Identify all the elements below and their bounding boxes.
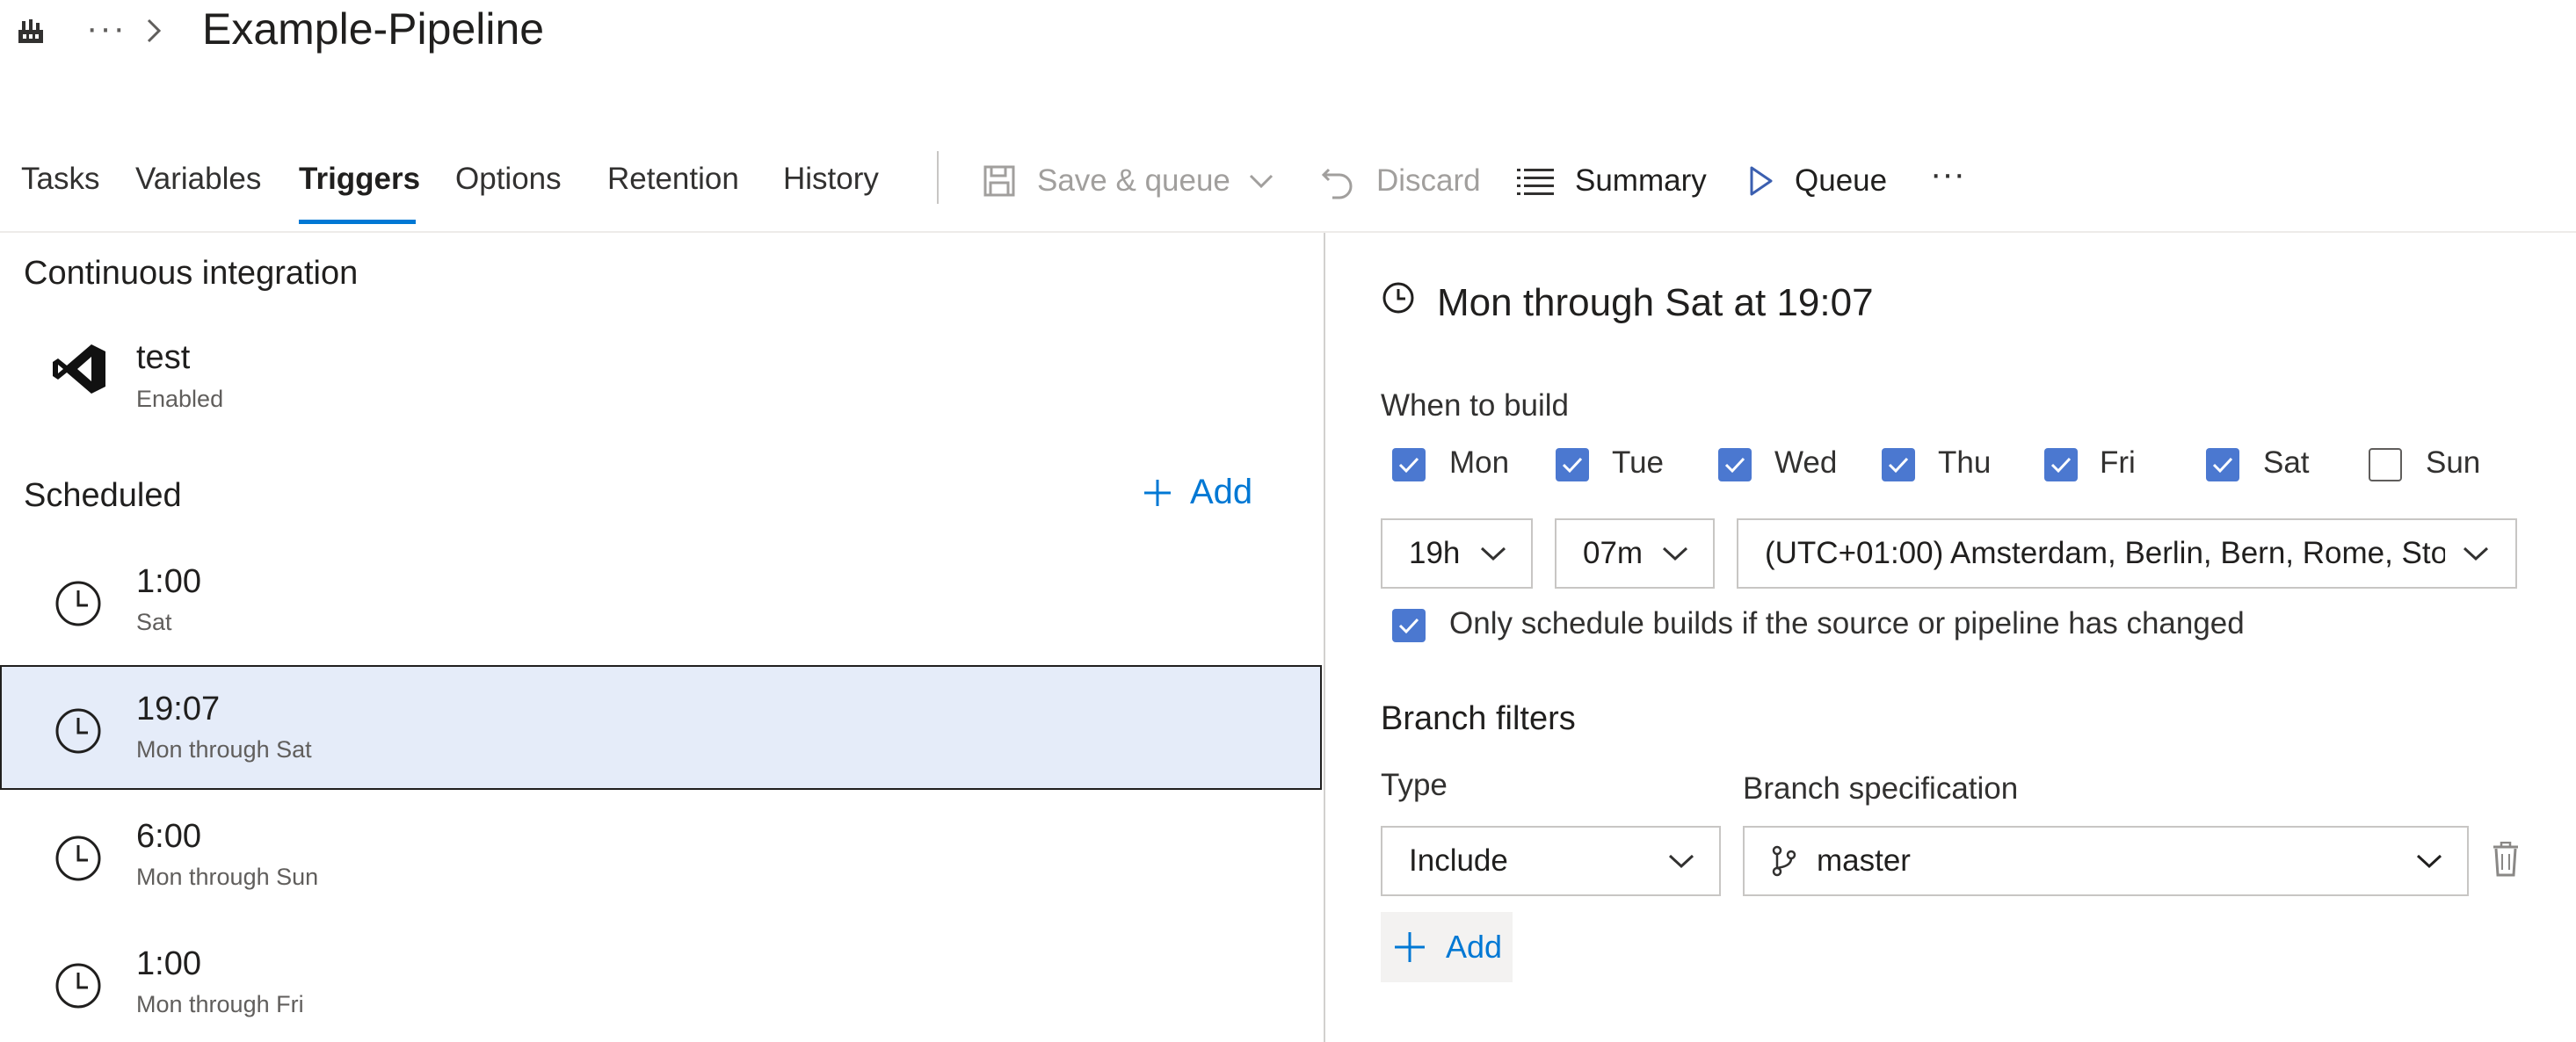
- schedule-time[interactable]: 1:00: [136, 563, 201, 601]
- branch-value: master: [1817, 843, 1911, 878]
- ci-item-status: Enabled: [136, 386, 224, 412]
- branch-icon: [1772, 845, 1796, 877]
- delete-icon[interactable]: [2493, 842, 2519, 877]
- hour-value: 19h: [1409, 536, 1461, 570]
- thu-checkbox[interactable]: [1882, 448, 1915, 481]
- clock-icon: [55, 581, 101, 626]
- minute-dropdown[interactable]: 07m: [1555, 518, 1715, 589]
- fri-checkbox[interactable]: [2044, 448, 2078, 481]
- only-changed-label: Only schedule builds if the source or pi…: [1449, 606, 2245, 640]
- tab-variables[interactable]: Variables: [135, 162, 261, 197]
- tab-history[interactable]: History: [783, 162, 879, 197]
- clock-icon: [55, 708, 101, 754]
- pane-divider: [1324, 233, 1325, 1042]
- save-queue-button[interactable]: Save & queue: [983, 156, 1274, 206]
- save-icon: [983, 165, 1015, 197]
- visual-studio-icon: [53, 344, 105, 394]
- tue-checkbox[interactable]: [1556, 448, 1589, 481]
- chevron-down-icon: [2416, 854, 2442, 869]
- schedule-days: Mon through Sun: [136, 864, 319, 890]
- type-value: Include: [1409, 843, 1508, 878]
- clock-icon: [55, 963, 101, 1009]
- clock-icon: [55, 836, 101, 881]
- active-tab-indicator: [299, 220, 416, 224]
- tab-retention[interactable]: Retention: [607, 162, 739, 197]
- page-title: Example-Pipeline: [202, 4, 545, 54]
- tab-options[interactable]: Options: [455, 162, 562, 197]
- mon-checkbox[interactable]: [1392, 448, 1426, 481]
- mon-label: Mon: [1449, 445, 1510, 480]
- schedule-time[interactable]: 6:00: [136, 818, 201, 856]
- save-queue-label: Save & queue: [1037, 163, 1230, 198]
- toolbar-divider: [937, 151, 939, 204]
- timezone-dropdown[interactable]: (UTC+01:00) Amsterdam, Berlin, Bern, Rom…: [1737, 518, 2517, 589]
- header-border: [0, 231, 2576, 233]
- add-schedule-label: Add: [1190, 473, 1253, 511]
- more-commands-button[interactable]: ···: [1930, 149, 1965, 199]
- summary-button[interactable]: Summary: [1517, 156, 1707, 206]
- chevron-down-icon: [2463, 546, 2489, 561]
- schedule-days: Sat: [136, 609, 172, 635]
- tue-label: Tue: [1612, 445, 1665, 480]
- play-icon: [1750, 166, 1773, 196]
- branch-filters-heading: Branch filters: [1381, 700, 1576, 737]
- sun-label: Sun: [2426, 445, 2481, 480]
- plus-icon: [1144, 479, 1171, 506]
- scheduled-heading: Scheduled: [24, 477, 182, 514]
- list-icon: [1517, 169, 1554, 195]
- schedule-days: Mon through Fri: [136, 991, 304, 1017]
- chevron-down-icon: [1249, 174, 1273, 189]
- schedule-time[interactable]: 1:00: [136, 945, 201, 983]
- chevron-right-icon: [147, 18, 162, 43]
- summary-label: Summary: [1575, 163, 1707, 198]
- schedule-days: Mon through Sat: [136, 736, 312, 763]
- discard-button[interactable]: Discard: [1320, 156, 1481, 206]
- add-branch-filter-button[interactable]: Add: [1381, 912, 1513, 982]
- add-schedule-button[interactable]: Add: [1143, 473, 1252, 512]
- undo-icon: [1321, 168, 1353, 199]
- chevron-down-icon: [1662, 546, 1688, 561]
- chevron-down-icon: [1480, 546, 1506, 561]
- tab-triggers[interactable]: Triggers: [299, 162, 420, 197]
- add-branch-filter-label: Add: [1446, 929, 1503, 965]
- fri-label: Fri: [2100, 445, 2136, 480]
- queue-button[interactable]: Queue: [1749, 156, 1887, 206]
- thu-label: Thu: [1938, 445, 1992, 480]
- minute-value: 07m: [1583, 536, 1644, 570]
- type-dropdown[interactable]: Include: [1381, 826, 1721, 896]
- schedule-detail-title: Mon through Sat at 19:07: [1437, 281, 1874, 324]
- schedule-time[interactable]: 19:07: [136, 691, 220, 728]
- type-label: Type: [1381, 768, 1448, 802]
- branch-dropdown[interactable]: master: [1743, 826, 2469, 896]
- wed-checkbox[interactable]: [1718, 448, 1752, 481]
- plus-icon: [1395, 932, 1425, 962]
- pipeline-icon: [18, 19, 43, 43]
- tab-tasks[interactable]: Tasks: [21, 162, 99, 197]
- chevron-down-icon: [1668, 854, 1694, 869]
- timezone-value: (UTC+01:00) Amsterdam, Berlin, Bern, Rom…: [1765, 536, 2445, 570]
- queue-label: Queue: [1795, 163, 1888, 198]
- discard-label: Discard: [1376, 163, 1481, 198]
- only-changed-checkbox[interactable]: [1392, 609, 1426, 642]
- sat-checkbox[interactable]: [2206, 448, 2239, 481]
- ci-heading: Continuous integration: [24, 255, 359, 292]
- sat-label: Sat: [2263, 445, 2310, 480]
- hour-dropdown[interactable]: 19h: [1381, 518, 1533, 589]
- wed-label: Wed: [1774, 445, 1838, 480]
- sun-checkbox[interactable]: [2369, 448, 2402, 481]
- ci-item-title[interactable]: test: [136, 339, 190, 377]
- clock-icon: [1382, 282, 1414, 314]
- when-to-build-label: When to build: [1381, 388, 1570, 423]
- breadcrumb-more[interactable]: ···: [86, 9, 127, 48]
- branch-spec-label: Branch specification: [1743, 771, 2019, 806]
